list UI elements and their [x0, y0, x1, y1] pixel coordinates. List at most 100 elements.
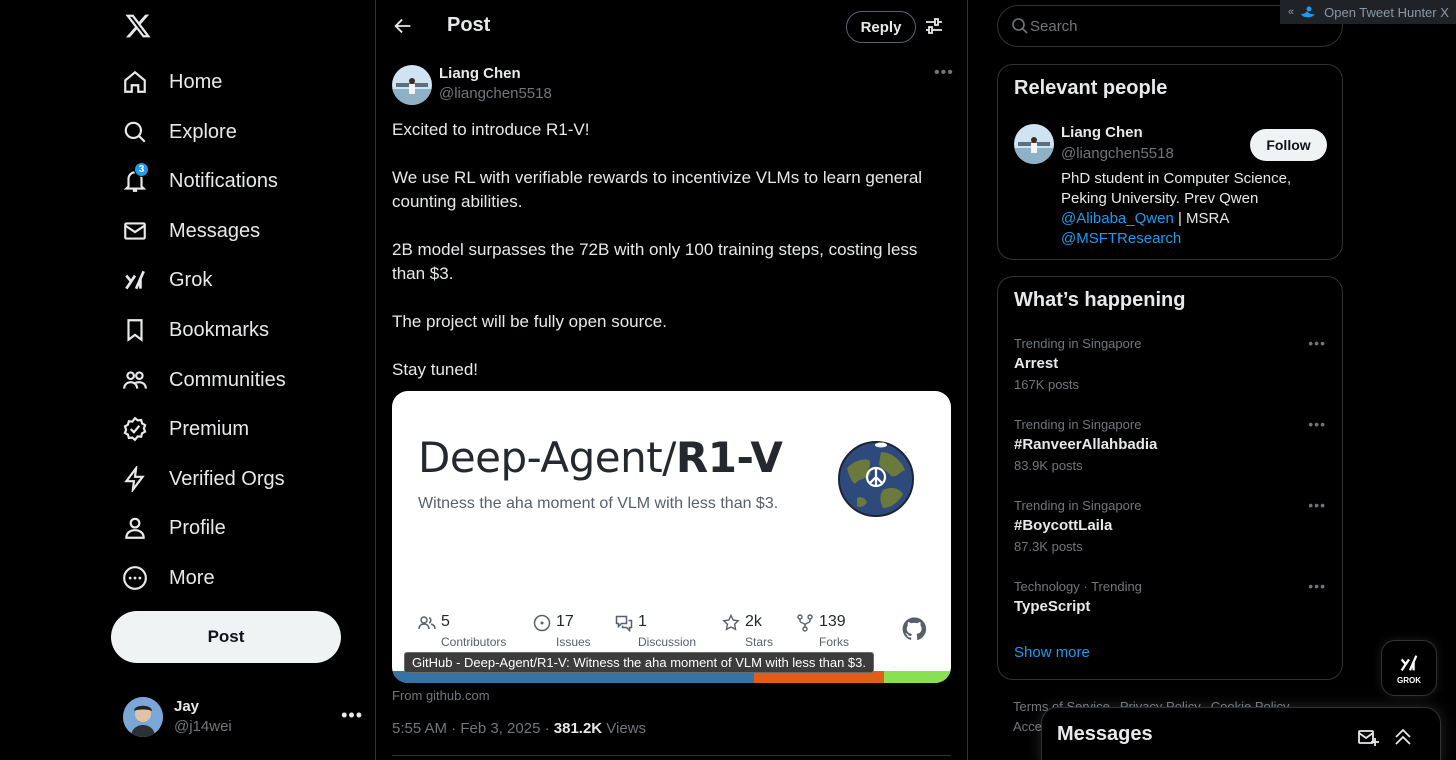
- follow-button[interactable]: Follow: [1250, 129, 1327, 161]
- card-description: Witness the aha moment of VLM with less …: [418, 495, 779, 512]
- footer-link-accessibility[interactable]: Acce: [1013, 719, 1042, 734]
- messages-drawer[interactable]: Messages: [1041, 707, 1441, 760]
- trend-more-icon[interactable]: •••: [1308, 335, 1326, 351]
- bell-icon: 3: [122, 162, 149, 194]
- card-tooltip: GitHub - Deep-Agent/R1-V: Witness the ah…: [404, 652, 875, 673]
- nav-profile[interactable]: Profile: [122, 508, 226, 548]
- link-preview-card[interactable]: Deep-Agent/R1-V Witness the aha moment o…: [392, 391, 951, 683]
- nav-notifications[interactable]: 3 Notifications: [122, 161, 278, 201]
- relevant-people-panel: Relevant people Liang Chen @liangchen551…: [997, 64, 1343, 260]
- author-name[interactable]: Liang Chen: [439, 65, 521, 82]
- trend-item[interactable]: Trending in Singapore #BoycottLaila 87.3…: [1014, 497, 1326, 557]
- forks-count: 139: [819, 613, 846, 630]
- account-name: Jay: [174, 698, 200, 715]
- bio-link-msft[interactable]: @MSFTResearch: [1061, 230, 1181, 247]
- grok-button-label: GROK: [1397, 675, 1421, 685]
- whats-happening-panel: What’s happening Trending in Singapore A…: [997, 276, 1343, 680]
- bio-mid: | MSRA: [1173, 210, 1229, 227]
- card-source[interactable]: From github.com: [392, 688, 490, 703]
- people-icon: [418, 614, 436, 632]
- grok-icon: [1400, 654, 1418, 671]
- grok-floating-button[interactable]: GROK: [1381, 640, 1437, 696]
- new-message-icon[interactable]: [1357, 726, 1379, 748]
- trend-item[interactable]: Technology · Trending TypeScript •••: [1014, 578, 1326, 618]
- github-icon: [902, 617, 927, 641]
- issues-label: Issues: [556, 635, 591, 649]
- nav-grok[interactable]: Grok: [122, 260, 212, 300]
- nav-bookmarks[interactable]: Bookmarks: [122, 310, 269, 350]
- trend-more-icon[interactable]: •••: [1308, 497, 1326, 513]
- nav-grok-label: Grok: [169, 268, 213, 291]
- card-title-repo: R1-V: [675, 433, 783, 482]
- reply-button[interactable]: Reply: [846, 11, 916, 43]
- trend-item[interactable]: Trending in Singapore Arrest 167K posts …: [1014, 335, 1326, 395]
- nav-verified-orgs[interactable]: Verified Orgs: [122, 459, 285, 499]
- post-text: Excited to introduce R1-V! We use RL wit…: [392, 120, 923, 379]
- bio-text: PhD student in Computer Science, Peking …: [1061, 170, 1292, 207]
- nav-messages-label: Messages: [169, 219, 261, 242]
- trend-more-icon[interactable]: •••: [1308, 578, 1326, 594]
- tweet-hunter-toggle[interactable]: « Open Tweet Hunter X: [1280, 0, 1456, 24]
- account-more-icon[interactable]: •••: [341, 705, 363, 726]
- settings-sliders-icon[interactable]: [924, 16, 944, 36]
- trend-name: TypeScript: [1014, 598, 1091, 615]
- trend-item[interactable]: Trending in Singapore #RanveerAllahbadia…: [1014, 416, 1326, 476]
- trend-more-icon[interactable]: •••: [1308, 416, 1326, 432]
- nav-bookmarks-label: Bookmarks: [169, 318, 270, 341]
- relevant-person-avatar[interactable]: [1014, 124, 1054, 164]
- nav-explore[interactable]: Explore: [122, 112, 237, 152]
- views-label: Views: [602, 720, 647, 737]
- relevant-person-bio: PhD student in Computer Science, Peking …: [1061, 169, 1331, 249]
- x-post-page: { "nav": { "items": [ {"label": "Home"},…: [0, 0, 1456, 760]
- views-count: 381.2K: [553, 720, 603, 737]
- author-handle[interactable]: @liangchen5518: [439, 85, 552, 102]
- grok-icon: [122, 267, 148, 293]
- account-switcher[interactable]: Jay @j14wei •••: [123, 695, 363, 739]
- trend-count: 83.9K posts: [1014, 458, 1083, 473]
- trend-context: Trending in Singapore: [1014, 336, 1142, 351]
- profile-icon: [122, 515, 148, 541]
- bio-link-alibaba[interactable]: @Alibaba_Qwen: [1061, 210, 1174, 227]
- author-avatar[interactable]: [392, 65, 432, 105]
- nav-messages[interactable]: Messages: [122, 211, 260, 251]
- left-navigation: Home Explore 3 Notifications Messages Gr…: [110, 0, 374, 760]
- nav-communities[interactable]: Communities: [122, 360, 286, 400]
- post-timestamp[interactable]: 5:55 AM · Feb 3, 2025 ·: [392, 720, 554, 737]
- discussion-icon: [615, 614, 633, 633]
- messages-drawer-title: Messages: [1057, 723, 1153, 745]
- home-icon: [122, 69, 148, 95]
- forks-label: Forks: [819, 635, 849, 649]
- contributors-count: 5: [441, 613, 450, 630]
- more-circle-icon: [122, 565, 148, 591]
- post-more-icon[interactable]: •••: [934, 64, 954, 82]
- nav-home-label: Home: [169, 70, 223, 93]
- avatar: [123, 697, 163, 737]
- back-arrow-icon[interactable]: [392, 15, 414, 37]
- relevant-person-handle[interactable]: @liangchen5518: [1061, 145, 1174, 162]
- relevant-person-name[interactable]: Liang Chen: [1061, 124, 1143, 141]
- nav-profile-label: Profile: [169, 516, 226, 539]
- double-chevron-left-icon: «: [1288, 6, 1295, 18]
- card-title-owner: Deep-Agent/: [418, 433, 676, 482]
- trend-count: 87.3K posts: [1014, 539, 1083, 554]
- relevant-people-title: Relevant people: [1014, 77, 1168, 99]
- double-chevron-up-icon[interactable]: [1392, 726, 1414, 748]
- nav-premium-label: Premium: [169, 417, 250, 440]
- trend-context: Trending in Singapore: [1014, 498, 1142, 513]
- nav-home[interactable]: Home: [122, 62, 222, 102]
- trend-count: 167K posts: [1014, 377, 1080, 392]
- nav-premium[interactable]: Premium: [122, 409, 249, 449]
- tweet-hunter-logo-icon: [1300, 5, 1316, 19]
- post-button[interactable]: Post: [111, 611, 341, 663]
- whats-happening-title: What’s happening: [1014, 289, 1186, 311]
- post-header: Post Reply: [376, 0, 967, 53]
- language-bar-shell: [884, 671, 951, 683]
- stars-count: 2k: [745, 613, 762, 630]
- nav-notifications-label: Notifications: [169, 169, 278, 192]
- post-meta: 5:55 AM · Feb 3, 2025 · 381.2K Views: [392, 720, 646, 737]
- x-logo-icon[interactable]: [124, 12, 152, 40]
- show-more-link[interactable]: Show more: [1014, 644, 1090, 661]
- tweet-hunter-label: Open Tweet Hunter X: [1324, 4, 1449, 20]
- trend-context: Technology · Trending: [1014, 579, 1142, 594]
- nav-more[interactable]: More: [122, 558, 215, 598]
